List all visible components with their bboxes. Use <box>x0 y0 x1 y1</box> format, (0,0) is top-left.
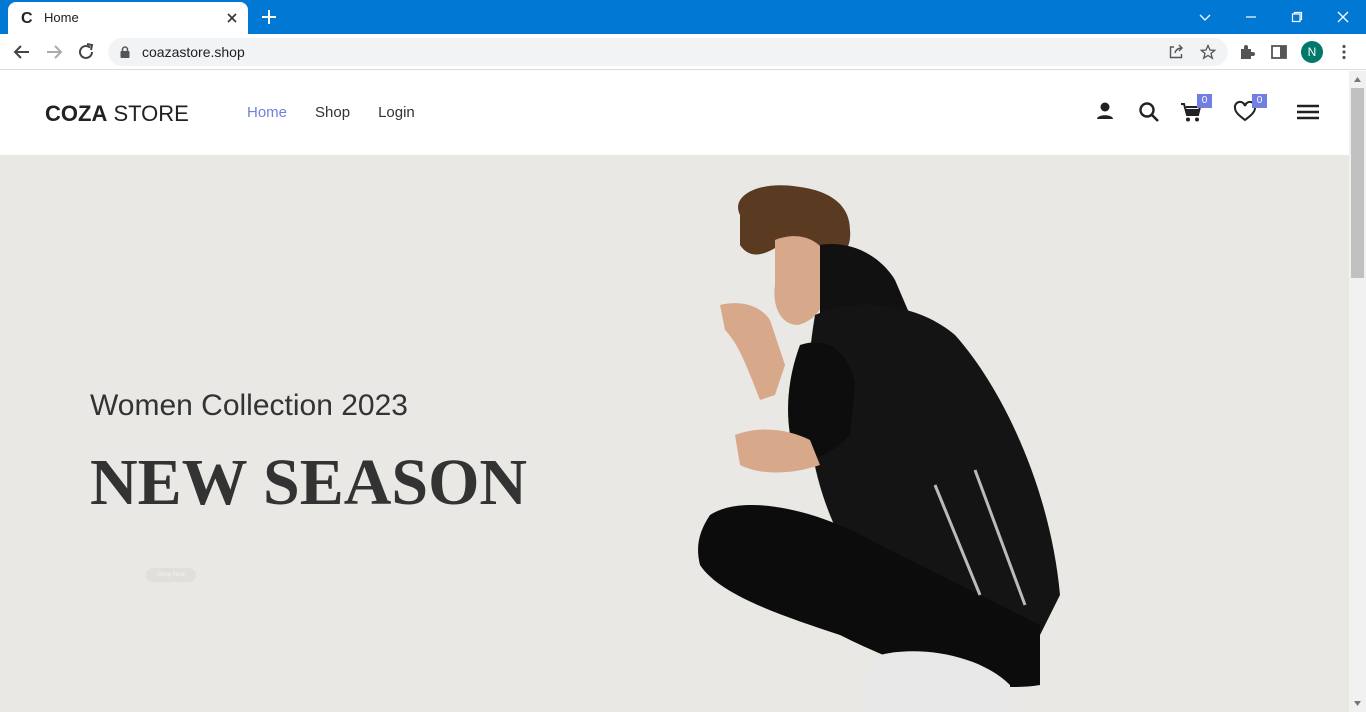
hero-subtitle: Women Collection 2023 <box>90 389 408 422</box>
forward-icon[interactable] <box>44 42 64 62</box>
close-icon <box>1337 11 1349 23</box>
tab-search-button[interactable] <box>1182 0 1228 34</box>
minimize-icon <box>1246 16 1256 18</box>
page-viewport: COZA STORE Home Shop Login 0 0 Women Col… <box>0 71 1349 712</box>
address-bar[interactable]: coazastore.shop <box>108 38 1228 66</box>
scroll-thumb[interactable] <box>1351 88 1364 278</box>
profile-avatar[interactable]: N <box>1301 41 1323 63</box>
browser-tab[interactable]: C Home <box>8 2 248 34</box>
hamburger-icon[interactable] <box>1295 99 1321 125</box>
minimize-button[interactable] <box>1228 0 1274 34</box>
hero-banner: Women Collection 2023 NEW SEASON Shop No… <box>0 155 1349 712</box>
maximize-icon <box>1291 11 1303 23</box>
nav-shop[interactable]: Shop <box>315 104 350 121</box>
nav-home[interactable]: Home <box>247 104 287 121</box>
wishlist-count-badge: 0 <box>1252 94 1267 108</box>
browser-tabstrip: C Home <box>0 0 1366 34</box>
scroll-up-icon[interactable] <box>1353 75 1362 84</box>
user-icon[interactable] <box>1092 99 1118 125</box>
star-icon[interactable] <box>1200 44 1216 60</box>
tab-title: Home <box>44 10 79 25</box>
shop-now-button[interactable]: Shop Now <box>146 568 196 582</box>
cart-count-badge: 0 <box>1197 94 1212 108</box>
browser-toolbar: coazastore.shop N <box>0 34 1366 70</box>
nav-login[interactable]: Login <box>378 104 415 121</box>
svg-text:C: C <box>21 10 33 25</box>
back-icon[interactable] <box>12 42 32 62</box>
hero-model-image <box>698 185 1060 712</box>
main-nav: Home Shop Login <box>247 104 415 121</box>
restore-button[interactable] <box>1274 0 1320 34</box>
share-icon[interactable] <box>1168 44 1184 60</box>
chevron-down-icon <box>1199 14 1211 21</box>
close-window-button[interactable] <box>1320 0 1366 34</box>
new-tab-icon[interactable] <box>260 8 278 26</box>
page-scrollbar[interactable] <box>1349 71 1366 712</box>
extensions-icon[interactable] <box>1238 43 1256 61</box>
lock-icon[interactable] <box>120 46 130 58</box>
logo-regular: STORE <box>107 101 189 126</box>
search-icon[interactable] <box>1136 99 1162 125</box>
close-icon[interactable] <box>224 10 240 26</box>
scroll-down-icon[interactable] <box>1353 699 1362 708</box>
url-text[interactable]: coazastore.shop <box>142 44 245 60</box>
site-logo[interactable]: COZA STORE <box>45 101 189 127</box>
site-header: COZA STORE Home Shop Login 0 0 <box>0 71 1349 155</box>
reload-icon[interactable] <box>76 42 96 62</box>
menu-dots-icon[interactable] <box>1335 43 1353 61</box>
logo-bold: COZA <box>45 101 108 126</box>
hero-title: NEW SEASON <box>90 446 528 519</box>
sidepanel-icon[interactable] <box>1270 43 1288 61</box>
favicon-icon: C <box>21 10 33 25</box>
